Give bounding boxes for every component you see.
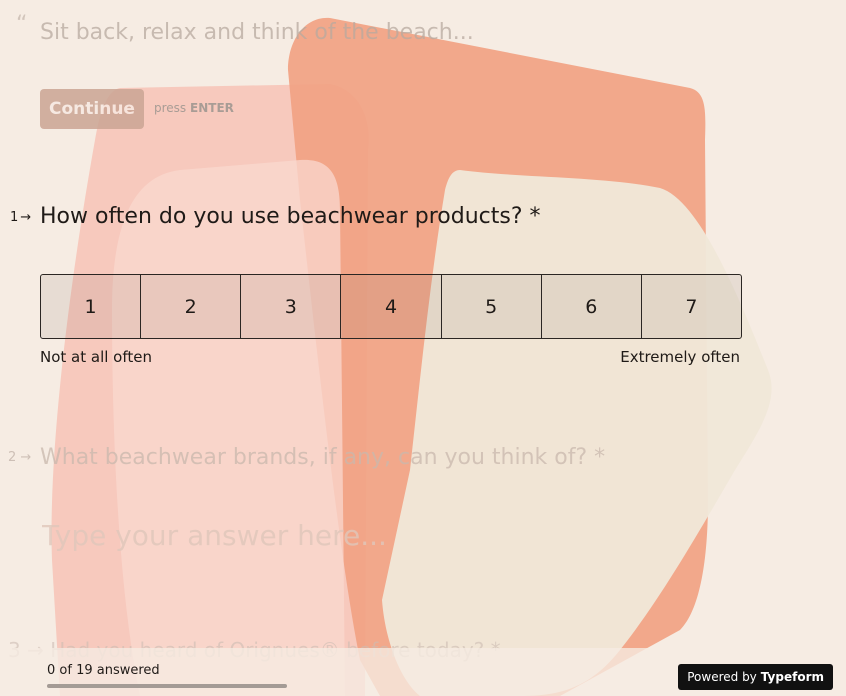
opinion-scale: 1 2 3 4 5 6 7: [40, 274, 742, 339]
powered-by-typeform-button[interactable]: Powered by Typeform: [678, 664, 833, 690]
scale-label-low: Not at all often: [40, 348, 152, 366]
question-1-index: 1: [10, 210, 19, 225]
cream-blob-shape: [382, 170, 772, 696]
intro-title: Sit back, relax and think of the beach..…: [40, 20, 474, 45]
progress-bar: [47, 684, 287, 688]
scale-option-5[interactable]: 5: [441, 275, 542, 338]
intro-quote-mark: “: [16, 12, 28, 37]
scale-option-7[interactable]: 7: [641, 275, 741, 338]
progress-text: 0 of 19 answered: [47, 663, 160, 678]
powered-by-label: Powered by: [687, 670, 757, 684]
press-enter-hint: press ENTER: [154, 101, 234, 115]
question-1-text: How often do you use beachwear products?…: [40, 204, 541, 229]
continue-button[interactable]: Continue: [40, 89, 144, 129]
press-label: press: [154, 101, 187, 115]
question-2-number: 2 →: [8, 450, 31, 465]
question-1-number: 1 →: [10, 210, 31, 225]
light-pink-overlay-shape: [112, 159, 345, 696]
typeform-brand: Typeform: [760, 670, 824, 684]
answer-input[interactable]: [40, 512, 764, 558]
scale-option-3[interactable]: 3: [241, 275, 342, 338]
footer-bar: 0 of 19 answered Powered by Typeform: [0, 648, 846, 696]
enter-label: ENTER: [190, 101, 234, 115]
scale-option-6[interactable]: 6: [541, 275, 642, 338]
question-2-index: 2: [8, 450, 17, 465]
arrow-right-icon: →: [20, 210, 32, 225]
scale-option-4[interactable]: 4: [341, 275, 442, 338]
arrow-right-icon: →: [20, 450, 32, 465]
question-2-text: What beachwear brands, if any, can you t…: [40, 445, 606, 470]
scale-label-high: Extremely often: [620, 348, 740, 366]
scale-option-1[interactable]: 1: [41, 275, 142, 338]
scale-option-2[interactable]: 2: [141, 275, 242, 338]
